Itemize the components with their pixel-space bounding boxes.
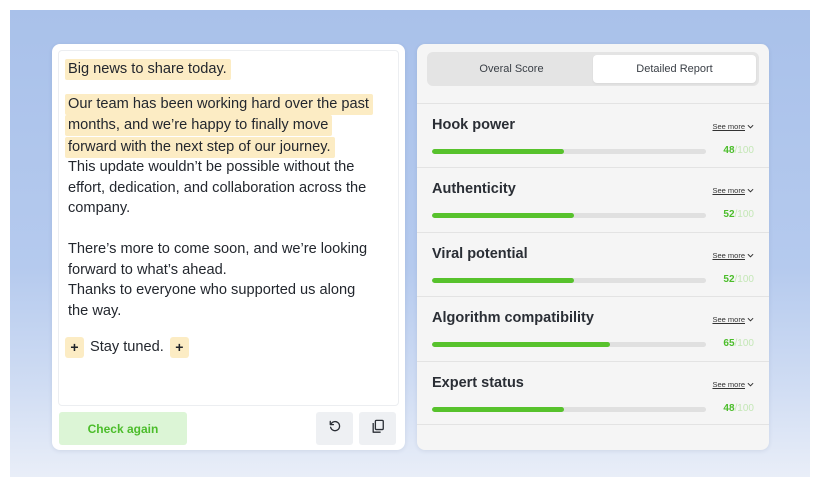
score-value: 52/100 [723, 274, 754, 285]
score-max: /100 [734, 402, 754, 414]
score-max: /100 [734, 338, 754, 350]
score-value: 52/100 [723, 209, 754, 220]
text-line: There’s more to come soon, and we’re loo… [68, 241, 368, 257]
score-max: /100 [734, 273, 754, 285]
highlighted-paragraph[interactable]: Our team has been working hard over the … [65, 93, 395, 158]
score-bar [432, 213, 706, 219]
metric-name: Expert status [432, 374, 524, 391]
see-more-link[interactable]: See more [712, 251, 754, 260]
report-tabs: Overal Score Detailed Report [427, 52, 759, 86]
text-line: effort, dedication, and collaboration ac… [68, 179, 367, 196]
post-editor-card: Big news to share today. Our team has be… [52, 44, 405, 450]
highlighted-line: Our team has been working hard over the … [65, 93, 373, 115]
metric-row: Authenticity See more 52/100 [417, 167, 769, 231]
score-bar-fill [432, 213, 575, 219]
score-bar [432, 149, 706, 154]
text-line: forward to what’s ahead. [68, 261, 227, 278]
score-bar-fill [432, 406, 564, 412]
score-bar [432, 342, 706, 348]
insert-plus-button[interactable]: + [65, 337, 84, 358]
highlighted-sentence[interactable]: Big news to share today. [65, 59, 231, 80]
metric-row: Viral potential See more 52/100 [417, 231, 769, 296]
see-more-link[interactable]: See more [712, 315, 754, 324]
copy-icon [371, 419, 385, 439]
see-more-label: See more [712, 122, 745, 131]
text-line: company. [68, 200, 131, 216]
metric-row: Algorithm compatibility See more 65/100 [417, 296, 769, 360]
score-bar-fill [432, 277, 575, 283]
see-more-label: See more [712, 315, 745, 325]
reset-button[interactable] [316, 412, 353, 445]
chevron-down-icon [747, 122, 754, 131]
score-max: /100 [734, 145, 754, 156]
score-max: /100 [734, 209, 754, 221]
highlighted-line: months, and we’re happy to finally move [65, 115, 333, 136]
insert-plus-button[interactable]: + [169, 337, 189, 358]
check-again-button[interactable]: Check again [59, 412, 187, 445]
metrics-list: Hook power See more 48/100 Authenticity See … [417, 103, 769, 425]
chevron-down-icon [747, 186, 754, 195]
score-bar-fill [432, 149, 564, 154]
score-bar [432, 406, 706, 412]
see-more-link[interactable]: See more [712, 122, 754, 131]
score-value: 48/100 [723, 145, 754, 156]
tab-detailed-report[interactable]: Detailed Report [593, 55, 756, 83]
score-bar [432, 277, 706, 283]
see-more-label: See more [712, 379, 745, 389]
metric-name: Authenticity [432, 181, 516, 198]
text-line: the way. [68, 302, 122, 319]
post-text-editor[interactable]: Big news to share today. Our team has be… [58, 50, 399, 406]
score-value: 65/100 [723, 338, 754, 349]
text-line: This update wouldn’t be possible without… [68, 159, 355, 175]
text-line: Thanks to everyone who supported us alon… [68, 282, 356, 298]
metric-row: Expert status See more 48/100 [417, 360, 769, 425]
score-number: 48 [723, 402, 735, 414]
metric-name: Algorithm compatibility [432, 310, 594, 327]
chevron-down-icon [747, 315, 754, 324]
tab-overall-score[interactable]: Overal Score [430, 55, 593, 83]
see-more-label: See more [712, 186, 745, 196]
chevron-down-icon [747, 380, 754, 389]
score-number: 52 [723, 273, 735, 285]
highlighted-line: forward with the next step of our journe… [65, 136, 335, 158]
report-card: Overal Score Detailed Report Hook power S… [417, 44, 769, 450]
closing-text: Stay tuned. [90, 339, 164, 356]
see-more-link[interactable]: See more [712, 186, 754, 195]
chevron-down-icon [747, 251, 754, 260]
metric-name: Hook power [432, 117, 515, 133]
background: Big news to share today. Our team has be… [10, 10, 810, 477]
see-more-link[interactable]: See more [712, 380, 754, 389]
score-bar-fill [432, 342, 611, 348]
metric-row: Hook power See more 48/100 [417, 103, 769, 167]
post-text: Big news to share today. Our team has be… [65, 59, 395, 358]
copy-button[interactable] [359, 412, 396, 445]
score-number: 48 [723, 145, 735, 156]
score-value: 48/100 [723, 403, 754, 414]
refresh-icon [328, 419, 342, 438]
score-number: 65 [723, 338, 735, 350]
score-number: 52 [723, 209, 735, 221]
metric-name: Viral potential [432, 245, 528, 262]
see-more-label: See more [712, 250, 745, 260]
